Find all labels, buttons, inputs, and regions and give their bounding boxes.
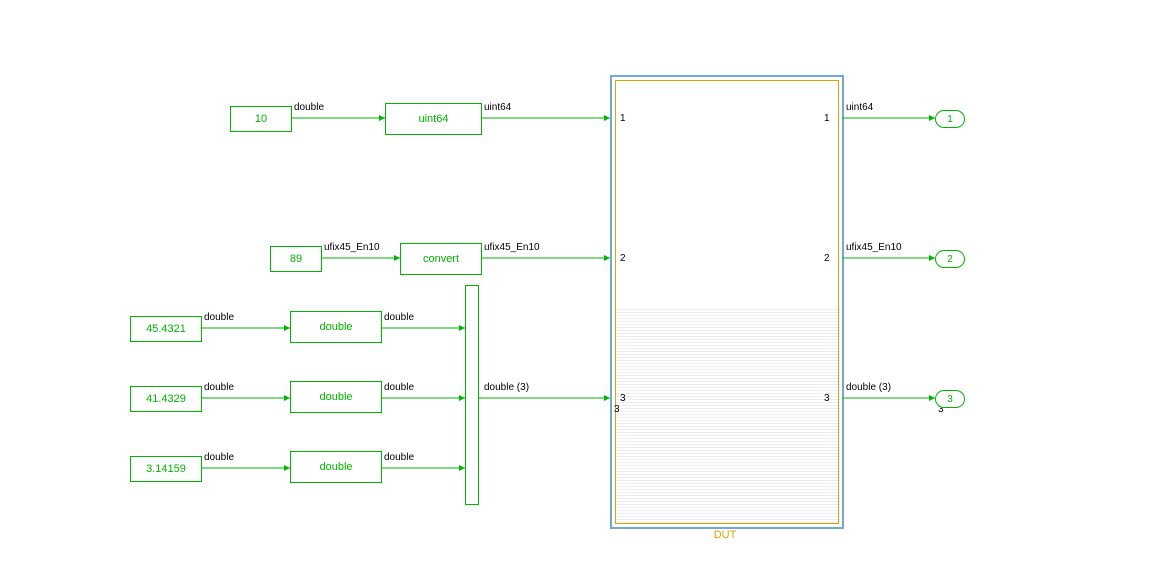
outport-2[interactable]: 2 (935, 250, 965, 268)
sig-4-pre: double (204, 382, 234, 393)
sig-1-post: uint64 (484, 102, 511, 113)
sig-out2: ufix45_En10 (846, 242, 902, 253)
constant-4[interactable]: 41.4329 (130, 386, 202, 412)
convert-2[interactable]: convert (400, 243, 482, 275)
dut-outport-1: 1 (824, 113, 830, 124)
sig-mux-out: double (3) (484, 382, 529, 393)
dut-outport-3: 3 (824, 393, 830, 404)
sig-2-pre: ufix45_En10 (324, 242, 380, 253)
constant-5[interactable]: 3.14159 (130, 456, 202, 482)
sig-3-post: double (384, 312, 414, 323)
dut-inport-2: 2 (620, 253, 626, 264)
dut-label: DUT (610, 529, 840, 541)
sig-out3: double (3) (846, 382, 891, 393)
convert-5[interactable]: double (290, 451, 382, 483)
sig-3-pre: double (204, 312, 234, 323)
dut-inport-3: 3 (620, 393, 626, 404)
sig-5-post: double (384, 452, 414, 463)
convert-3[interactable]: double (290, 311, 382, 343)
constant-2[interactable]: 89 (270, 246, 322, 272)
constant-1[interactable]: 10 (230, 106, 292, 132)
sig-5-pre: double (204, 452, 234, 463)
sig-4-post: double (384, 382, 414, 393)
sig-1-pre: double (294, 102, 324, 113)
dut-inport-1: 1 (620, 113, 626, 124)
signal-wires (0, 0, 1163, 574)
sig-out1: uint64 (846, 102, 873, 113)
mux-block[interactable] (465, 285, 479, 505)
sig-mux-num: 3 (614, 404, 620, 415)
outport-1[interactable]: 1 (935, 110, 965, 128)
diagram-canvas: DUT 1 2 3 1 2 3 10 double uint64 uint64 … (0, 0, 1163, 574)
dut-block[interactable] (610, 75, 844, 529)
constant-3[interactable]: 45.4321 (130, 316, 202, 342)
sig-2-post: ufix45_En10 (484, 242, 540, 253)
convert-4[interactable]: double (290, 381, 382, 413)
dut-outport-2: 2 (824, 253, 830, 264)
outport-3[interactable]: 3 (935, 390, 965, 408)
convert-1[interactable]: uint64 (385, 103, 482, 135)
